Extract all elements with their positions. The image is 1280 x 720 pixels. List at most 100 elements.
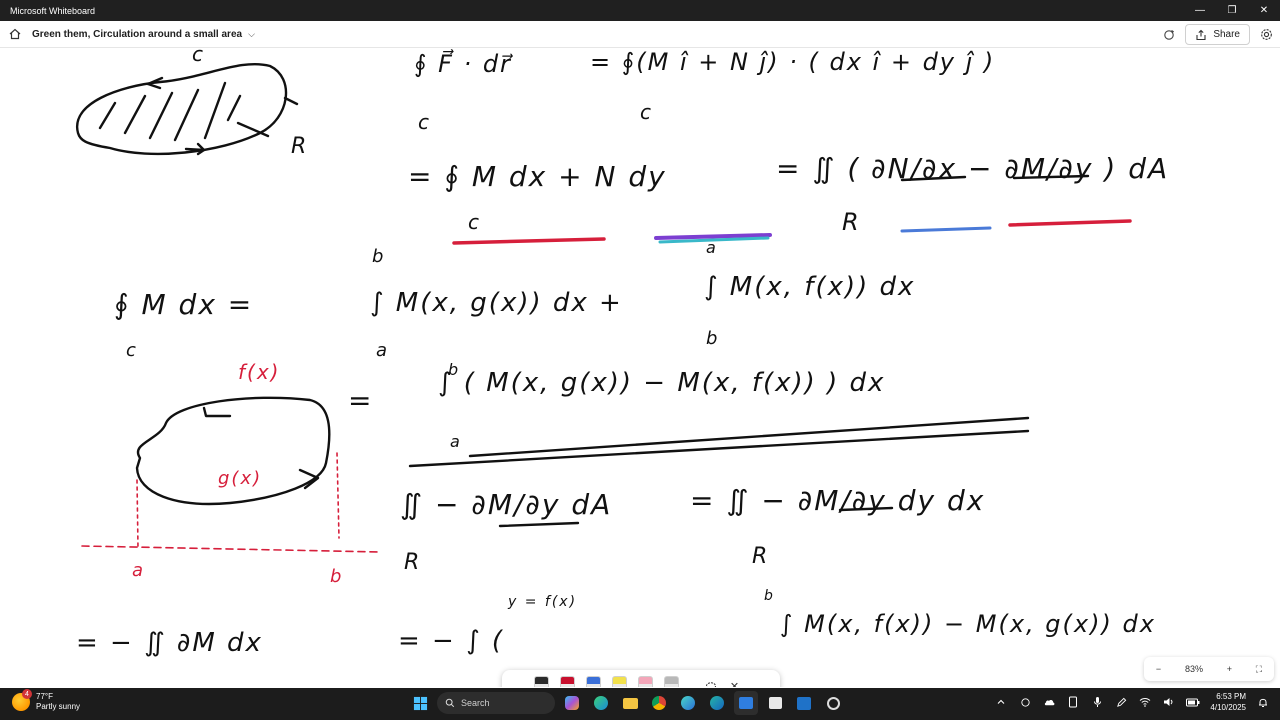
line4-a-bot: a: [450, 432, 462, 451]
toolbar-close-button[interactable]: ✕: [724, 676, 745, 687]
line5-lhs: ∬ − ∂M/∂y dA: [400, 488, 613, 521]
underline-mdx: [452, 237, 606, 245]
whiteboard-app-icon[interactable]: [734, 691, 758, 715]
dashed-right: [336, 452, 340, 539]
ink-toolbar: ✕: [502, 670, 780, 687]
chrome-icon[interactable]: [647, 691, 671, 715]
app-title: Microsoft Whiteboard: [10, 5, 96, 16]
region-hatching: [98, 81, 270, 142]
volume-icon[interactable]: [1162, 695, 1176, 709]
notification-bell-icon[interactable]: [1256, 695, 1270, 709]
share-button[interactable]: Share: [1185, 24, 1250, 45]
board-title[interactable]: Green them, Circulation around a small a…: [32, 29, 242, 40]
sync-icon[interactable]: [1161, 27, 1177, 43]
whiteboard-canvas[interactable]: c R ∮ F⃗ · dr⃗ = ∮(M î + N ĵ) · ( dx î +…: [0, 48, 1280, 687]
minimize-button[interactable]: —: [1184, 0, 1216, 21]
underline-dndx: [900, 226, 992, 233]
close-button[interactable]: ✕: [1248, 0, 1280, 21]
zoom-out-icon[interactable]: −: [1156, 664, 1161, 674]
app-header: Green them, Circulation around a small a…: [0, 21, 1280, 48]
line3-int1: ∫ M(x, g(x)) dx +: [370, 288, 623, 318]
line3-c-sub: c: [126, 340, 138, 361]
clock-time: 6:53 PM: [1216, 692, 1246, 701]
taskbar-search[interactable]: Search: [437, 692, 555, 714]
line5-rhs: = ∬ − ∂M/∂y dy dx: [690, 484, 986, 517]
zoom-level[interactable]: 83%: [1185, 664, 1203, 674]
red-pen-icon[interactable]: [560, 676, 575, 687]
blue-pen-icon[interactable]: [586, 676, 601, 687]
file-explorer-icon[interactable]: [618, 691, 642, 715]
taskbar: 4 77°F Partly sunny Search 6:53 PM 4/10/…: [0, 688, 1280, 720]
window-titlebar: Microsoft Whiteboard — ❐ ✕: [0, 0, 1280, 21]
line4-eq: =: [348, 384, 374, 417]
region2-g-label: g(x): [218, 468, 263, 489]
search-icon: [445, 698, 455, 708]
share-label: Share: [1213, 29, 1240, 40]
line2-sub-c: c: [468, 210, 481, 234]
region2-a-axis: a: [132, 560, 146, 581]
store-icon[interactable]: [763, 691, 787, 715]
dashed-axis: [81, 545, 381, 553]
clock[interactable]: 6:53 PM 4/10/2025: [1210, 691, 1246, 713]
lasso-icon[interactable]: [700, 676, 721, 687]
line6-b-top: b: [764, 588, 775, 604]
line3-a-bot: a: [376, 340, 390, 361]
edge-dev-icon[interactable]: [705, 691, 729, 715]
line1-rhs: = ∮(M î + N ĵ) · ( dx î + dy ĵ ): [590, 48, 996, 76]
line1-lhs: ∮ F⃗ · dr⃗: [414, 50, 512, 78]
line4-integral: ∫ ( M(x, g(x)) − M(x, f(x)) ) dx: [438, 368, 886, 398]
zoom-in-icon[interactable]: +: [1227, 664, 1232, 674]
cloud-icon[interactable]: [1042, 695, 1056, 709]
region2-b-axis: b: [330, 566, 344, 587]
fit-to-screen-icon[interactable]: ⛶: [1256, 664, 1262, 675]
weather-temp: 77°F: [36, 692, 53, 701]
home-icon[interactable]: [8, 27, 22, 41]
pink-highlighter-icon[interactable]: [638, 676, 653, 687]
line3-lhs: ∮ M dx =: [114, 288, 254, 321]
black-pen-icon[interactable]: [534, 676, 549, 687]
line1-c1: c: [418, 110, 431, 134]
dashed-left: [136, 479, 139, 549]
tape-tool-icon[interactable]: [664, 676, 679, 687]
chevron-up-icon[interactable]: [994, 695, 1008, 709]
copilot-icon[interactable]: [560, 691, 584, 715]
app-with-badge-icon[interactable]: [821, 691, 845, 715]
gear-icon[interactable]: [1258, 27, 1274, 43]
weather-desc: Partly sunny: [36, 702, 81, 711]
line2-sub-r: R: [842, 208, 861, 236]
weather-badge: 4: [22, 689, 32, 699]
line5-r1: R: [404, 550, 422, 575]
region2-arrow-top: [202, 406, 232, 418]
underline-integral-b: [408, 429, 1030, 468]
line2-lhs: = ∮ M dx + N dy: [408, 160, 667, 193]
pen-tray-icon[interactable]: [1114, 695, 1128, 709]
start-icon[interactable]: [408, 691, 432, 715]
chevron-down-icon[interactable]: ⌵: [248, 29, 255, 40]
region2-f-label: f(x): [238, 360, 281, 384]
tablet-icon[interactable]: [1066, 695, 1080, 709]
region1-c-label: c: [192, 48, 205, 66]
yellow-highlighter-icon[interactable]: [612, 676, 627, 687]
wifi-icon[interactable]: [1138, 695, 1152, 709]
battery-icon[interactable]: [1186, 695, 1200, 709]
zoom-control: − 83% + ⛶: [1144, 657, 1274, 681]
edge-icon[interactable]: [589, 691, 613, 715]
line3-b-bot: b: [706, 328, 720, 349]
share-icon: [1196, 29, 1206, 40]
line6-rhs: ∫ M(x, f(x)) − M(x, g(x)) dx: [780, 610, 1156, 638]
microphone-icon[interactable]: [1090, 695, 1104, 709]
pen-row: [534, 676, 679, 687]
line2-rhs: = ∬ ( ∂N/∂x − ∂M/∂y ) dA: [776, 152, 1170, 185]
line2-a-label: a: [706, 238, 718, 257]
underline-dmdy: [1008, 219, 1132, 227]
weather-widget[interactable]: 4 77°F Partly sunny: [12, 689, 81, 712]
frac-bar-3: [498, 521, 580, 528]
sync-tray-icon[interactable]: [1018, 695, 1032, 709]
window-controls: — ❐ ✕: [1184, 0, 1280, 21]
line6-mid: = − ∫ (: [398, 626, 505, 656]
clock-date: 4/10/2025: [1210, 703, 1246, 712]
outlook-icon[interactable]: [792, 691, 816, 715]
weather-icon: 4: [12, 689, 32, 711]
edge-beta-icon[interactable]: [676, 691, 700, 715]
restore-button[interactable]: ❐: [1216, 0, 1248, 21]
